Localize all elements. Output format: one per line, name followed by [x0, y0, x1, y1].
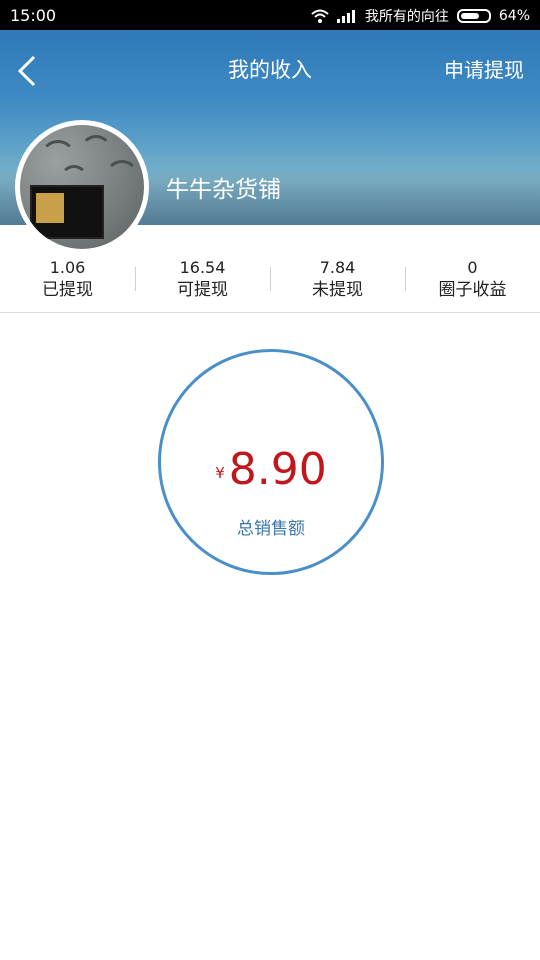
- stat-circle-earnings[interactable]: 0 圈子收益: [405, 225, 540, 312]
- stat-value: 1.06: [49, 258, 86, 277]
- battery-level: 64%: [498, 8, 530, 24]
- stat-available[interactable]: 16.54 可提现: [135, 225, 270, 312]
- apply-withdraw-button[interactable]: 申请提现: [444, 54, 524, 83]
- stat-label: 可提现: [177, 280, 228, 300]
- currency-symbol: ¥: [215, 464, 225, 482]
- stat-not-withdrawn[interactable]: 7.84 未提现: [270, 225, 405, 312]
- total-sales-label: 总销售额: [237, 519, 305, 539]
- wifi-icon: [311, 9, 329, 23]
- stat-label: 未提现: [312, 280, 363, 300]
- stat-label: 已提现: [42, 280, 93, 300]
- signal-icon: [336, 9, 357, 23]
- total-amount: ¥8.90: [161, 444, 381, 495]
- stat-value: 0: [467, 258, 478, 277]
- total-amount-value: 8.90: [228, 444, 327, 495]
- stat-value: 7.84: [319, 258, 356, 277]
- avatar[interactable]: [15, 120, 149, 254]
- status-right: 我所有的向往 64%: [311, 6, 530, 26]
- status-time: 15:00: [10, 6, 57, 25]
- shop-name: 牛牛杂货铺: [166, 177, 281, 203]
- carrier-name: 我所有的向往: [364, 9, 449, 25]
- status-bar: 15:00 我所有的向往 64%: [0, 0, 540, 30]
- avatar-image: [20, 125, 144, 249]
- battery-icon: [456, 9, 491, 23]
- stat-label: 圈子收益: [438, 280, 507, 300]
- stat-value: 16.54: [179, 258, 226, 277]
- total-sales-circle: ¥8.90 总销售额: [158, 349, 384, 575]
